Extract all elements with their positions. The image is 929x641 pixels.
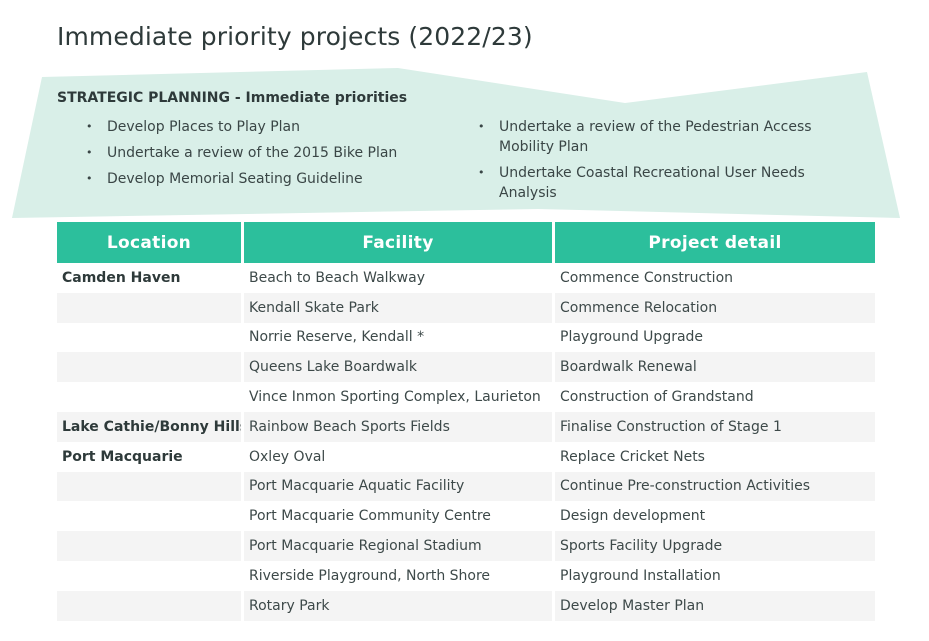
cell-facility: Riverside Playground, North Shore: [249, 567, 491, 584]
header-location: Location: [57, 222, 241, 263]
table-row: Port Macquarie Regional Stadium Sports Fa…: [57, 531, 875, 561]
cell-location: [57, 352, 241, 383]
cell-project-detail: Design development: [560, 508, 706, 525]
cell-project-detail: Boardwalk Renewal: [555, 352, 875, 383]
table-row: Camden Haven Beach to Beach Walkway Commen…: [57, 263, 875, 293]
priority-item: Develop Places to Play Plan: [86, 117, 446, 137]
projects-table: Location Facility Project detail Camden …: [54, 222, 878, 621]
priority-list-right: Undertake a review of the Pedestrian Acc…: [478, 117, 828, 209]
header-project-detail: Project detail: [555, 222, 875, 263]
cell-facility: Port Macquarie Regional Stadium: [244, 531, 552, 561]
cell-project-detail: Sports Facility Upgrade: [555, 531, 875, 561]
priority-item: Undertake a review of the Pedestrian Acc…: [478, 117, 828, 157]
table-row: Norrie Reserve, Kendall * Playground Upgr…: [57, 323, 875, 353]
table-row: Port Macquarie Community Centre Design de…: [57, 501, 875, 531]
cell-location: [57, 531, 241, 561]
cell-location: [57, 323, 241, 353]
cell-facility: Beach to Beach Walkway: [249, 269, 425, 286]
cell-facility: Norrie Reserve, Kendall *: [249, 329, 425, 346]
table-row: Lake Cathie/Bonny Hills Rainbow Beach Spo…: [57, 411, 875, 442]
cell-location: Camden Haven: [62, 269, 181, 286]
cell-project-detail: Playground Upgrade: [560, 329, 704, 346]
cell-project-detail: Construction of Grandstand: [560, 389, 754, 406]
cell-project-detail: Continue Pre-construction Activities: [555, 471, 875, 502]
table-row: Queens Lake Boardwalk Boardwalk Renewal: [57, 352, 875, 383]
header-facility: Facility: [244, 222, 552, 263]
table-row: Rotary Park Develop Master Plan: [57, 590, 875, 621]
cell-project-detail: Finalise Construction of Stage 1: [555, 411, 875, 442]
table-row: Port Macquarie Oxley Oval Replace Cricket …: [57, 442, 875, 472]
cell-location: [57, 292, 241, 323]
priority-item: Undertake a review of the 2015 Bike Plan: [86, 143, 446, 163]
table-header-row: Location Facility Project detail: [57, 222, 875, 263]
priority-item: Undertake Coastal Recreational User Need…: [478, 163, 828, 203]
banner-heading: STRATEGIC PLANNING - Immediate prioritie…: [57, 90, 408, 106]
table-row: Kendall Skate Park Commence Relocation: [57, 292, 875, 323]
table-row: Port Macquarie Aquatic Facility Continue …: [57, 471, 875, 502]
cell-location: Lake Cathie/Bonny Hills: [57, 411, 241, 442]
cell-facility: Kendall Skate Park: [244, 292, 552, 323]
cell-facility: Port Macquarie Aquatic Facility: [244, 471, 552, 502]
cell-project-detail: Commence Relocation: [555, 292, 875, 323]
priority-item: Develop Memorial Seating Guideline: [86, 169, 446, 189]
cell-facility: Vince Inmon Sporting Complex, Laurieton: [249, 389, 541, 406]
cell-facility: Oxley Oval: [249, 448, 326, 465]
priority-list-left: Develop Places to Play Plan Undertake a …: [86, 117, 446, 195]
cell-location: [57, 561, 241, 591]
cell-facility: Rotary Park: [244, 590, 552, 621]
cell-location: [57, 471, 241, 502]
cell-location: [57, 590, 241, 621]
cell-location: Port Macquarie: [62, 448, 183, 465]
cell-facility: Port Macquarie Community Centre: [249, 508, 491, 525]
cell-facility: Queens Lake Boardwalk: [244, 352, 552, 383]
table-row: Riverside Playground, North Shore Playgro…: [57, 561, 875, 591]
cell-project-detail: Playground Installation: [560, 567, 721, 584]
table-body: Camden Haven Beach to Beach Walkway Commen…: [57, 263, 875, 621]
cell-project-detail: Commence Construction: [560, 269, 734, 286]
cell-location: [57, 501, 241, 531]
cell-facility: Rainbow Beach Sports Fields: [244, 411, 552, 442]
cell-project-detail: Replace Cricket Nets: [560, 448, 705, 465]
cell-project-detail: Develop Master Plan: [555, 590, 875, 621]
table-row: Vince Inmon Sporting Complex, Laurieton C…: [57, 382, 875, 412]
cell-location: [57, 382, 241, 412]
